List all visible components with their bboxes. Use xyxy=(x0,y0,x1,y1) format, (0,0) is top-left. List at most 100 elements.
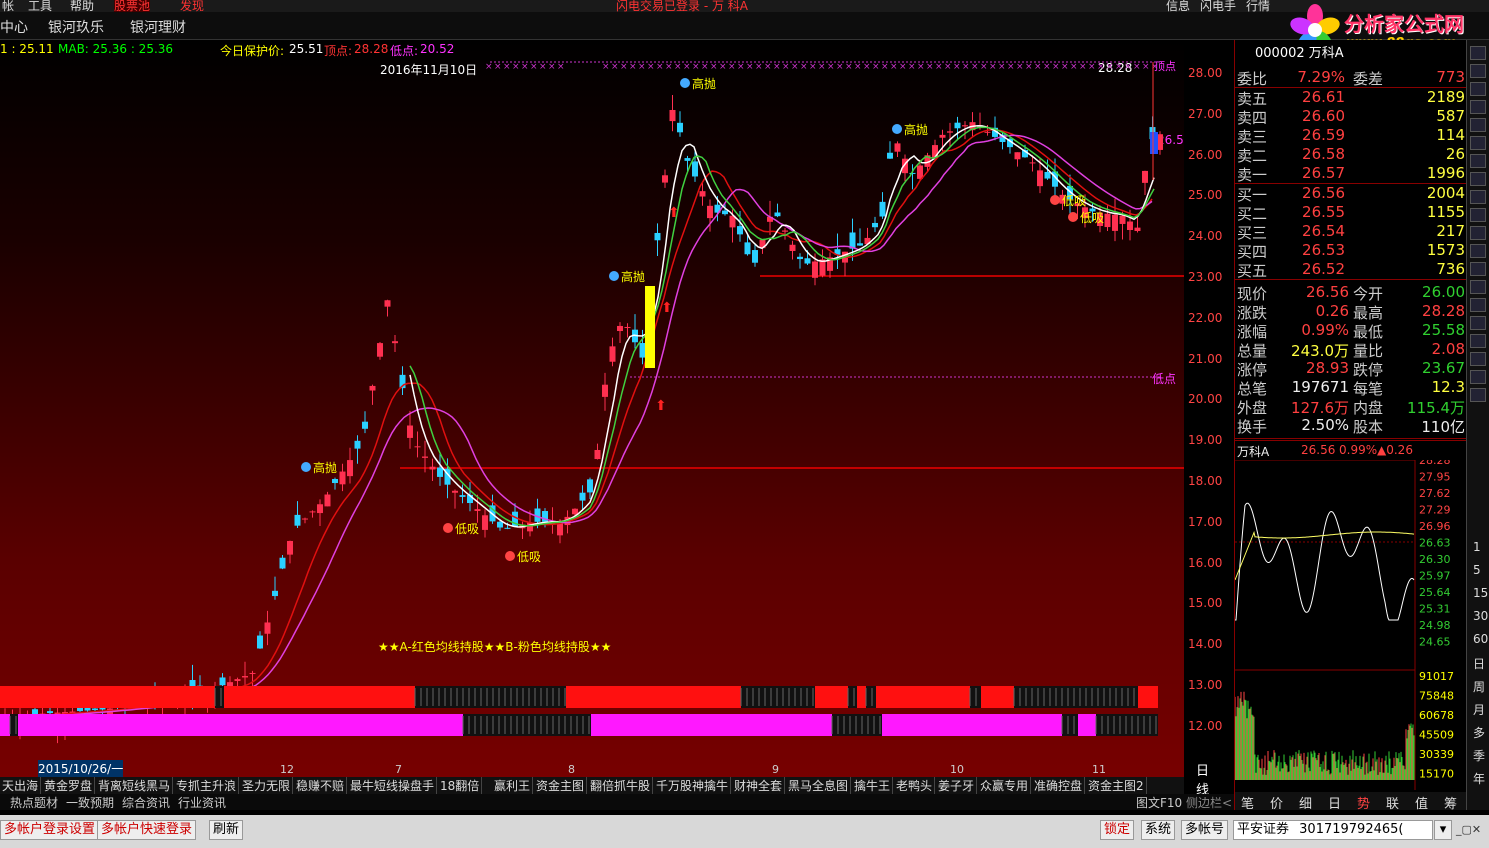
side-period-1[interactable]: 5 xyxy=(1473,563,1481,577)
mini-tab-0[interactable]: 笔 xyxy=(1241,793,1254,812)
mini-tab-6[interactable]: 值 xyxy=(1415,793,1428,812)
formula-tab[interactable]: 资金主图 xyxy=(534,777,587,794)
menu-flash[interactable]: 闪电手 xyxy=(1200,0,1236,12)
formula-tab[interactable]: 众赢专用 xyxy=(978,777,1031,794)
side-tool-icon[interactable] xyxy=(1470,82,1486,96)
side-tool-icon[interactable] xyxy=(1470,334,1486,348)
multi-account-button[interactable]: 多帐号 xyxy=(1181,820,1228,840)
x-marker: × xyxy=(647,62,655,72)
side-tool-icon[interactable] xyxy=(1470,316,1486,330)
side-tool-icon[interactable] xyxy=(1470,208,1486,222)
mini-tab-3[interactable]: 日 xyxy=(1328,793,1341,812)
formula-tab[interactable]: 18翻倍 xyxy=(438,777,482,794)
formula-tab[interactable]: 财神全套 xyxy=(732,777,785,794)
side-tool-icon[interactable] xyxy=(1470,154,1486,168)
system-button[interactable]: 系统 xyxy=(1141,820,1175,840)
formula-tab[interactable]: 姜子牙 xyxy=(936,777,977,794)
mini-tab-5[interactable]: 联 xyxy=(1386,793,1399,812)
side-tool-icon[interactable] xyxy=(1470,352,1486,366)
dropdown-icon[interactable]: ▾ xyxy=(1434,820,1452,840)
sell-row[interactable]: 卖一 26.57 1996 xyxy=(1235,164,1467,183)
menu-market[interactable]: 行情 xyxy=(1246,0,1270,12)
side-tool-icon[interactable] xyxy=(1470,298,1486,312)
formula-tab[interactable]: 背离短线黑马 xyxy=(96,777,173,794)
side-period-2[interactable]: 15 xyxy=(1473,586,1488,600)
kline-chart[interactable]: 1 : 25.11 MAB: 25.36 : 25.36 今日保护价: 25.5… xyxy=(0,40,1184,800)
menu-account[interactable]: 帐 xyxy=(2,0,14,12)
side-tool-icon[interactable] xyxy=(1470,100,1486,114)
side-tool-icon[interactable] xyxy=(1470,262,1486,276)
mini-tab-7[interactable]: 筹 xyxy=(1444,793,1457,812)
x-marker: × xyxy=(755,62,763,72)
formula-tab[interactable]: 稳赚不赔 xyxy=(294,777,347,794)
side-tool-icon[interactable] xyxy=(1470,46,1486,60)
formula-tab[interactable]: 擒牛王 xyxy=(852,777,893,794)
nav-yinhe-licai[interactable]: 银河理财 xyxy=(130,17,186,37)
side-tool-icon[interactable] xyxy=(1470,370,1486,384)
mini-tab-4[interactable]: 势 xyxy=(1357,793,1370,812)
side-tool-icon[interactable] xyxy=(1470,172,1486,186)
sell-row[interactable]: 卖五 26.61 2189 xyxy=(1235,88,1467,107)
info-tab[interactable]: 一致预期 xyxy=(66,794,114,811)
formula-tab[interactable]: 千万股神擒牛 xyxy=(654,777,731,794)
menu-discover[interactable]: 发现 xyxy=(180,0,204,12)
menu-info[interactable]: 信息 xyxy=(1166,0,1190,12)
side-period-7[interactable]: 月 xyxy=(1473,701,1485,718)
window-controls-icon[interactable]: _▢✕ xyxy=(1456,823,1481,836)
side-tool-icon[interactable] xyxy=(1470,244,1486,258)
formula-tab[interactable]: 老鸭头 xyxy=(894,777,935,794)
formula-tab[interactable]: 资金主图2 xyxy=(1086,777,1147,794)
formula-tab[interactable]: 准确控盘 xyxy=(1032,777,1085,794)
formula-tab[interactable]: 黄金罗盘 xyxy=(42,777,95,794)
info-tab[interactable]: 综合资讯 xyxy=(122,794,170,811)
multi-account-quick-login-button[interactable]: 多帐户快速登录 xyxy=(97,820,196,840)
side-period-3[interactable]: 30 xyxy=(1473,609,1488,623)
sell-row[interactable]: 卖二 26.58 26 xyxy=(1235,145,1467,164)
side-tool-icon[interactable] xyxy=(1470,226,1486,240)
nav-center[interactable]: 中心 xyxy=(0,17,28,37)
formula-tab[interactable]: 黑马全息图 xyxy=(786,777,851,794)
sell-row[interactable]: 卖四 26.60 587 xyxy=(1235,107,1467,126)
side-tool-icon[interactable] xyxy=(1470,118,1486,132)
formula-tab[interactable]: 翻倍抓牛股 xyxy=(588,777,653,794)
side-tool-icon[interactable] xyxy=(1470,136,1486,150)
info-tab[interactable]: 热点题材 xyxy=(10,794,58,811)
side-period-0[interactable]: 1 xyxy=(1473,540,1481,554)
f10-button[interactable]: 图文F10 xyxy=(1136,794,1182,811)
side-period-10[interactable]: 年 xyxy=(1473,770,1485,787)
formula-tab[interactable]: 天出海 xyxy=(0,777,41,794)
sell-row[interactable]: 卖三 26.59 114 xyxy=(1235,126,1467,145)
side-tool-icon[interactable] xyxy=(1470,280,1486,294)
formula-tab[interactable]: 赢利王 xyxy=(492,777,533,794)
mini-tab-1[interactable]: 价 xyxy=(1270,793,1283,812)
account-select[interactable]: 平安证券 301719792465( xyxy=(1233,820,1433,840)
info-tab[interactable]: 行业资讯 xyxy=(178,794,226,811)
buy-row[interactable]: 买三 26.54 217 xyxy=(1235,222,1467,241)
side-tool-icon[interactable] xyxy=(1470,64,1486,78)
side-period-5[interactable]: 日 xyxy=(1473,655,1485,672)
buy-row[interactable]: 买四 26.53 1573 xyxy=(1235,241,1467,260)
buy-row[interactable]: 买二 26.55 1155 xyxy=(1235,203,1467,222)
menu-tools[interactable]: 工具 xyxy=(28,0,52,12)
buy-row[interactable]: 买一 26.56 2004 xyxy=(1235,184,1467,203)
side-period-9[interactable]: 季 xyxy=(1473,747,1485,764)
nav-yinhe-jiule[interactable]: 银河玖乐 xyxy=(48,17,104,37)
side-period-8[interactable]: 多 xyxy=(1473,724,1485,741)
lock-button[interactable]: 锁定 xyxy=(1100,820,1134,840)
refresh-button[interactable]: 刷新 xyxy=(209,820,243,840)
side-tool-icon[interactable] xyxy=(1470,388,1486,402)
mini-tab-2[interactable]: 细 xyxy=(1299,793,1312,812)
multi-account-settings-button[interactable]: 多帐户登录设置 xyxy=(0,820,99,840)
side-tool-icon[interactable] xyxy=(1470,190,1486,204)
formula-tab[interactable]: 圣力无限 xyxy=(240,777,293,794)
formula-tab[interactable]: 专抓主升浪 xyxy=(174,777,239,794)
side-period-6[interactable]: 周 xyxy=(1473,678,1485,695)
side-period-4[interactable]: 60 xyxy=(1473,632,1488,646)
menu-stock-pool[interactable]: 股票池 xyxy=(114,0,150,12)
sidebar-toggle[interactable]: 侧边栏< xyxy=(1186,794,1232,811)
buy-row[interactable]: 买五 26.52 736 xyxy=(1235,260,1467,279)
period-label[interactable]: 日线 xyxy=(1196,760,1209,798)
formula-tab[interactable]: 最牛短线操盘手 xyxy=(348,777,437,794)
minute-chart[interactable]: 28.28 27.95 27.62 27.29 26.96 26.63 26.30 25.97… xyxy=(1235,460,1467,790)
menu-help[interactable]: 帮助 xyxy=(70,0,94,12)
